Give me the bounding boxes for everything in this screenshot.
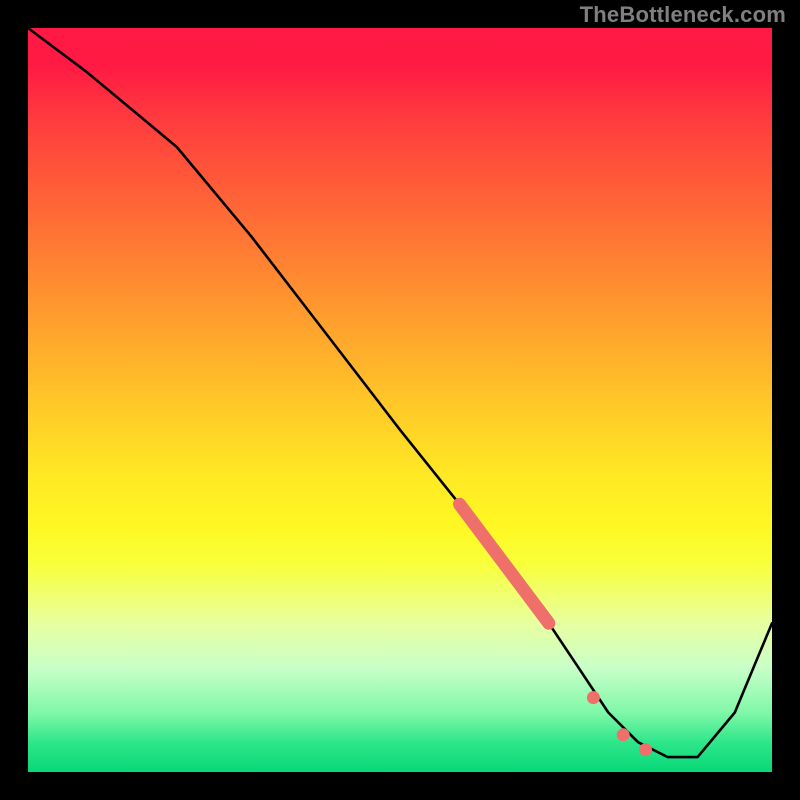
plot-area <box>28 28 772 772</box>
highlight-dot <box>617 728 630 741</box>
bottleneck-curve <box>28 28 772 757</box>
highlight-dot <box>587 691 600 704</box>
highlight-dot <box>639 743 652 756</box>
chart-svg <box>28 28 772 772</box>
highlight-segment <box>460 504 549 623</box>
chart-frame: TheBottleneck.com <box>0 0 800 800</box>
watermark-text: TheBottleneck.com <box>580 2 786 28</box>
